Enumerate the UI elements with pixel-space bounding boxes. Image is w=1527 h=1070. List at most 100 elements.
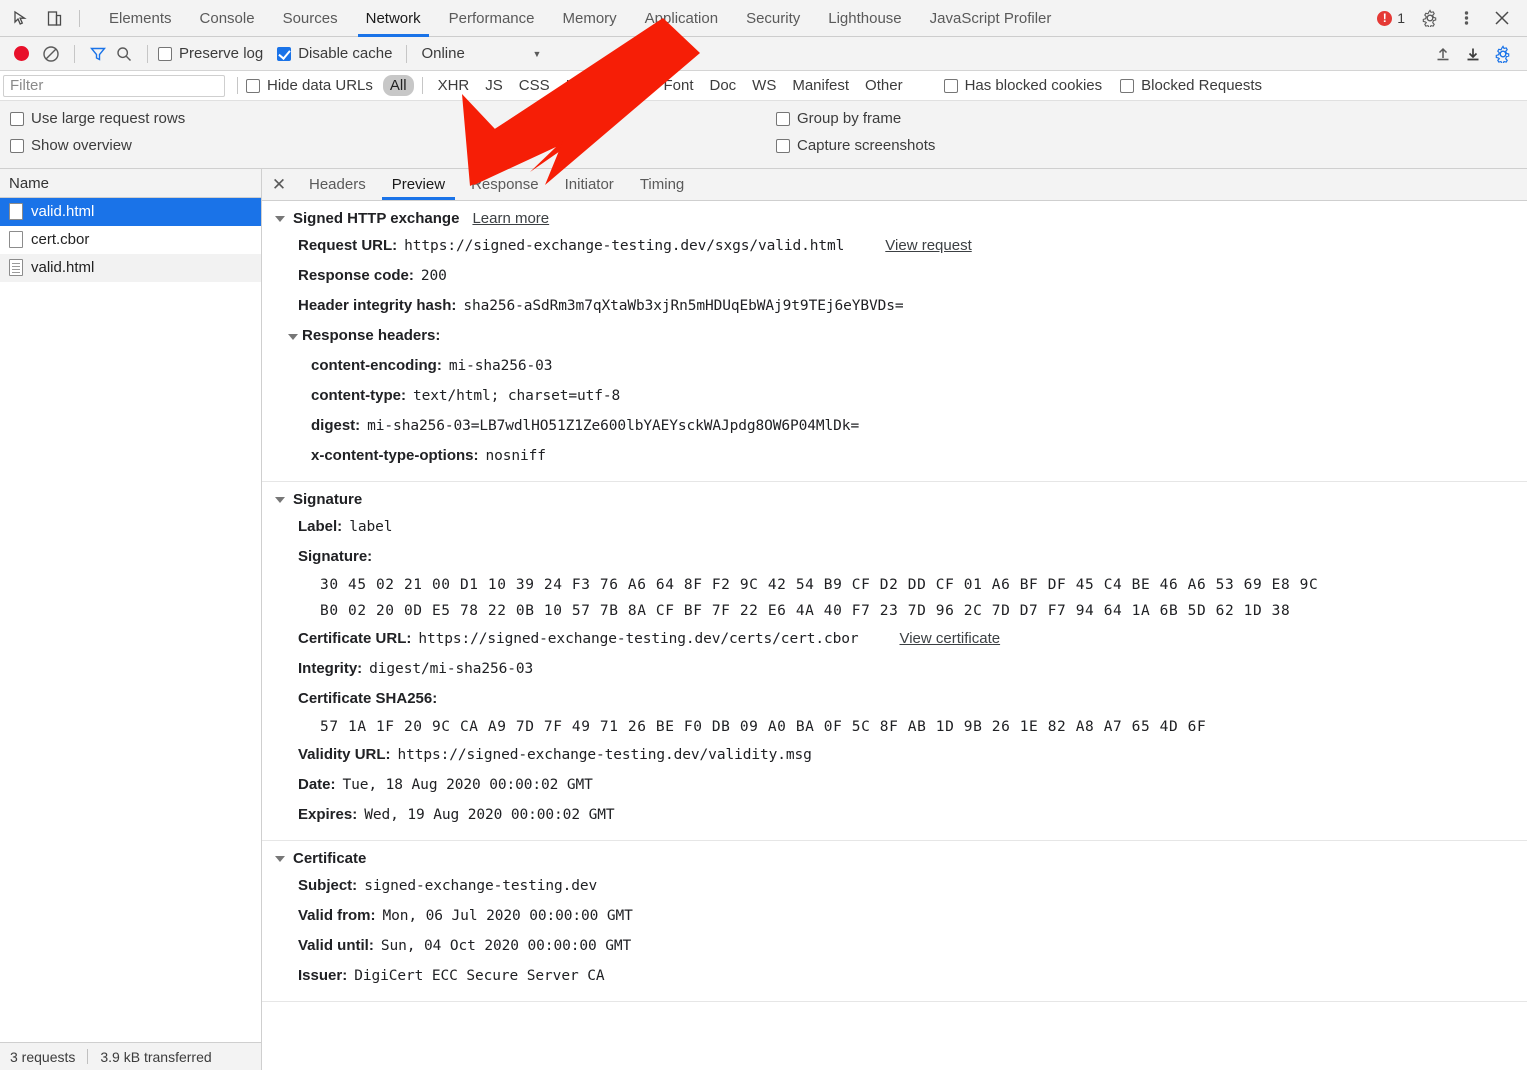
tab-elements[interactable]: Elements xyxy=(95,0,186,37)
devtools-main-tabbar: Elements Console Sources Network Perform… xyxy=(0,0,1527,37)
disable-cache-checkbox[interactable]: Disable cache xyxy=(277,45,392,62)
chevron-down-icon[interactable] xyxy=(275,497,285,503)
disable-cache-box[interactable] xyxy=(277,47,291,61)
close-detail-icon[interactable]: ✕ xyxy=(262,169,296,200)
capture-screenshots-box[interactable] xyxy=(776,139,790,153)
search-icon[interactable] xyxy=(111,42,137,66)
throttling-select[interactable]: Online ▼ xyxy=(421,45,541,62)
clear-network-log-button[interactable] xyxy=(38,42,64,66)
tab-console-label: Console xyxy=(200,10,255,27)
type-filter-font[interactable]: Font xyxy=(656,75,700,96)
tab-console[interactable]: Console xyxy=(186,0,269,37)
table-row[interactable]: valid.html xyxy=(0,198,261,226)
tab-response[interactable]: Response xyxy=(458,169,552,200)
blocked-requests-box[interactable] xyxy=(1120,79,1134,93)
signature-key: Signature: xyxy=(298,542,372,572)
chevron-down-icon[interactable] xyxy=(275,216,285,222)
tab-memory[interactable]: Memory xyxy=(549,0,631,37)
validity-url-row: Validity URL: https://signed-exchange-te… xyxy=(262,740,1527,770)
view-request-link[interactable]: View request xyxy=(885,231,971,261)
tab-headers[interactable]: Headers xyxy=(296,169,379,200)
tab-lighthouse[interactable]: Lighthouse xyxy=(814,0,915,37)
filterbar-divider-1 xyxy=(237,77,238,94)
type-filter-doc[interactable]: Doc xyxy=(702,75,743,96)
type-filter-manifest[interactable]: Manifest xyxy=(785,75,856,96)
valid-from-value: Mon, 06 Jul 2020 00:00:00 GMT xyxy=(383,901,633,931)
request-list-header[interactable]: Name xyxy=(0,169,261,198)
subject-value: signed-exchange-testing.dev xyxy=(364,871,597,901)
certificate-url-key: Certificate URL: xyxy=(298,624,411,654)
device-toolbar-icon[interactable] xyxy=(43,7,65,29)
network-settings-pane: Use large request rows Show overview Gro… xyxy=(0,101,1527,169)
tab-sources[interactable]: Sources xyxy=(269,0,352,37)
certificate-url-value: https://signed-exchange-testing.dev/cert… xyxy=(418,624,858,654)
export-har-icon[interactable] xyxy=(1459,41,1487,67)
type-filter-js[interactable]: JS xyxy=(478,75,510,96)
table-row[interactable]: cert.cbor xyxy=(0,226,261,254)
request-name: cert.cbor xyxy=(31,231,89,248)
type-filter-css[interactable]: CSS xyxy=(512,75,557,96)
show-overview-box[interactable] xyxy=(10,139,24,153)
record-network-log-button[interactable] xyxy=(10,43,32,65)
group-by-frame-checkbox[interactable]: Group by frame xyxy=(776,110,935,127)
import-har-icon[interactable] xyxy=(1429,41,1457,67)
error-circle-icon: ! xyxy=(1377,11,1392,26)
type-filter-all[interactable]: All xyxy=(383,75,414,96)
tab-timing[interactable]: Timing xyxy=(627,169,697,200)
hide-data-urls-box[interactable] xyxy=(246,79,260,93)
tab-application[interactable]: Application xyxy=(631,0,732,37)
header-value: mi-sha256-03=LB7wdlHO51Z1Ze600lbYAEYsckW… xyxy=(367,411,859,441)
chevron-down-icon[interactable] xyxy=(275,856,285,862)
blocked-requests-checkbox[interactable]: Blocked Requests xyxy=(1120,77,1262,94)
response-code-value: 200 xyxy=(421,261,447,291)
filter-input[interactable] xyxy=(3,75,225,97)
tab-preview[interactable]: Preview xyxy=(379,169,458,200)
request-url-row: Request URL: https://signed-exchange-tes… xyxy=(262,231,1527,261)
table-row[interactable]: valid.html xyxy=(0,254,261,282)
has-blocked-cookies-checkbox[interactable]: Has blocked cookies xyxy=(944,77,1103,94)
filter-icon[interactable] xyxy=(85,42,111,66)
subject-row: Subject: signed-exchange-testing.dev xyxy=(262,871,1527,901)
group-by-frame-box[interactable] xyxy=(776,112,790,126)
inspect-cursor-icon[interactable] xyxy=(10,7,32,29)
tab-headers-label: Headers xyxy=(309,176,366,193)
network-split-view: Name valid.html cert.cbor valid.html 3 r… xyxy=(0,169,1527,1070)
tab-javascript-profiler[interactable]: JavaScript Profiler xyxy=(916,0,1066,37)
view-certificate-link[interactable]: View certificate xyxy=(899,624,1000,654)
error-count-badge[interactable]: ! 1 xyxy=(1377,10,1405,26)
date-key: Date: xyxy=(298,770,336,800)
throttling-value: Online xyxy=(421,45,464,62)
preserve-log-checkbox[interactable]: Preserve log xyxy=(158,45,263,62)
capture-screenshots-checkbox[interactable]: Capture screenshots xyxy=(776,137,935,154)
signature-label-row: Label: label xyxy=(262,512,1527,542)
preview-empty-space xyxy=(262,1002,1527,1058)
use-large-request-rows-checkbox[interactable]: Use large request rows xyxy=(10,110,766,127)
type-filter-other[interactable]: Other xyxy=(858,75,910,96)
gear-icon[interactable] xyxy=(1419,7,1441,29)
preserve-log-box[interactable] xyxy=(158,47,172,61)
request-rows: valid.html cert.cbor valid.html xyxy=(0,198,261,1042)
resource-type-filters: All XHR JS CSS Img Media Font Doc WS Man… xyxy=(383,75,910,96)
request-name: valid.html xyxy=(31,259,94,276)
close-icon[interactable] xyxy=(1491,7,1513,29)
has-blocked-cookies-box[interactable] xyxy=(944,79,958,93)
type-filter-media[interactable]: Media xyxy=(600,75,655,96)
chevron-down-icon[interactable] xyxy=(288,334,298,340)
response-header-row: content-encoding: mi-sha256-03 xyxy=(262,351,1527,381)
learn-more-link[interactable]: Learn more xyxy=(472,210,549,227)
tab-performance[interactable]: Performance xyxy=(435,0,549,37)
type-filter-xhr[interactable]: XHR xyxy=(431,75,477,96)
header-name: content-type: xyxy=(311,381,406,411)
more-vertical-icon[interactable] xyxy=(1455,7,1477,29)
integrity-value: digest/mi-sha256-03 xyxy=(369,654,533,684)
use-large-request-rows-box[interactable] xyxy=(10,112,24,126)
network-settings-gear-icon[interactable] xyxy=(1489,41,1517,67)
tab-security[interactable]: Security xyxy=(732,0,814,37)
show-overview-checkbox[interactable]: Show overview xyxy=(10,137,766,154)
tabbar-right-icons: ! 1 xyxy=(1377,7,1527,29)
tab-network[interactable]: Network xyxy=(352,0,435,37)
tab-initiator[interactable]: Initiator xyxy=(552,169,627,200)
type-filter-img[interactable]: Img xyxy=(559,75,598,96)
hide-data-urls-checkbox[interactable]: Hide data URLs xyxy=(246,77,373,94)
type-filter-ws[interactable]: WS xyxy=(745,75,783,96)
